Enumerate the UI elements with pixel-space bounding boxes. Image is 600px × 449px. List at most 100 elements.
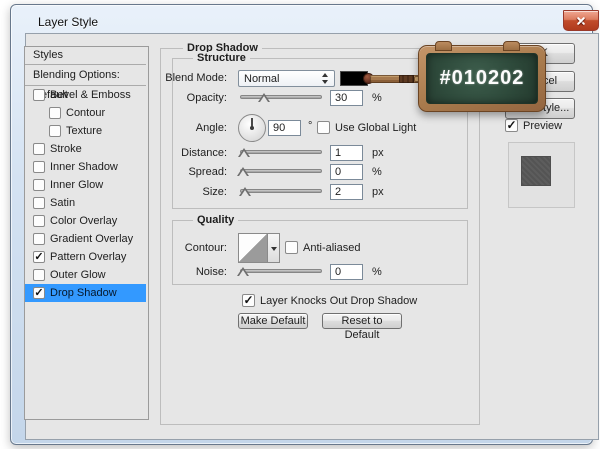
screenshot-stage: Layer Style Styles Blending Options: Def…: [0, 0, 600, 449]
style-item-label: Inner Shadow: [50, 161, 118, 173]
pointer-band: [399, 75, 414, 83]
style-item-inner-shadow[interactable]: Inner Shadow: [25, 158, 146, 176]
noise-slider[interactable]: [237, 266, 322, 278]
structure-legend: Structure: [193, 52, 250, 64]
hex-color-value: #010202: [439, 67, 525, 89]
style-item-label: Pattern Overlay: [50, 251, 127, 263]
checkbox-icon[interactable]: [49, 125, 61, 137]
contour-label: Contour:: [184, 242, 227, 254]
angle-dial[interactable]: [238, 114, 266, 142]
size-label: Size:: [202, 186, 227, 198]
use-global-light-checkbox[interactable]: [317, 121, 330, 134]
chalkboard-tab: [503, 41, 520, 51]
style-item-drop-shadow[interactable]: ✓ Drop Shadow: [25, 284, 146, 302]
style-item-label: Inner Glow: [50, 179, 104, 191]
blending-options-item[interactable]: Blending Options: Default: [25, 65, 146, 101]
make-default-label: Make Default: [240, 315, 306, 327]
size-slider[interactable]: [239, 186, 322, 198]
checkbox-icon[interactable]: [33, 215, 45, 227]
anti-aliased-checkbox[interactable]: [285, 241, 298, 254]
checkbox-icon[interactable]: [33, 89, 45, 101]
style-item-label: Outer Glow: [50, 269, 106, 281]
updown-arrows-icon: [322, 73, 329, 84]
slider-track[interactable]: [240, 189, 322, 193]
style-item-inner-glow[interactable]: Inner Glow: [25, 176, 146, 194]
style-item-contour[interactable]: Contour: [25, 104, 146, 122]
style-item-label: Stroke: [50, 143, 82, 155]
style-item-outer-glow[interactable]: Outer Glow: [25, 266, 146, 284]
reset-to-default-button[interactable]: Reset to Default: [322, 313, 402, 341]
distance-label: Distance:: [181, 147, 227, 159]
dialog-title: Layer Style: [38, 15, 99, 29]
checkbox-icon[interactable]: [49, 107, 61, 119]
contour-picker[interactable]: [238, 233, 268, 263]
style-item-texture[interactable]: Texture: [25, 122, 146, 140]
blend-mode-dropdown[interactable]: Normal: [238, 70, 335, 87]
quality-legend: Quality: [193, 214, 239, 226]
opacity-input[interactable]: 30: [330, 90, 363, 106]
checkbox-icon[interactable]: [33, 233, 45, 245]
style-item-bevel-emboss[interactable]: Bevel & Emboss: [25, 86, 146, 104]
distance-unit: px: [372, 147, 384, 159]
slider-thumb[interactable]: [258, 93, 270, 103]
anti-aliased-label: Anti-aliased: [303, 242, 361, 254]
blend-mode-value: Normal: [244, 73, 280, 85]
opacity-label: Opacity:: [186, 92, 227, 104]
checkbox-icon[interactable]: ✓: [33, 251, 45, 263]
checkbox-icon[interactable]: [33, 143, 45, 155]
checkbox-icon[interactable]: [33, 161, 45, 173]
layer-knocks-out-checkbox[interactable]: ✓: [242, 294, 255, 307]
style-item-stroke[interactable]: Stroke: [25, 140, 146, 158]
contour-dropdown-button[interactable]: [267, 233, 280, 263]
spread-slider[interactable]: [237, 166, 322, 178]
angle-label: Angle:: [195, 122, 227, 134]
style-item-color-overlay[interactable]: Color Overlay: [25, 212, 146, 230]
pointer-stick: [363, 71, 423, 87]
style-item-label: Texture: [66, 125, 103, 137]
style-item-pattern-overlay[interactable]: ✓ Pattern Overlay: [25, 248, 146, 266]
slider-thumb[interactable]: [237, 267, 249, 277]
slider-track[interactable]: [240, 269, 322, 273]
use-global-light-label: Use Global Light: [335, 122, 417, 134]
slider-track[interactable]: [240, 150, 322, 154]
preview-thumbnail-box: [508, 142, 575, 208]
blend-mode-label: Blend Mode:: [165, 72, 227, 84]
slider-thumb[interactable]: [238, 148, 250, 158]
chalkboard-surface: #010202: [426, 53, 538, 104]
size-input[interactable]: 2: [330, 184, 363, 200]
spread-unit: %: [372, 166, 382, 178]
style-item-label: Contour: [66, 107, 106, 119]
style-item-satin[interactable]: Satin: [25, 194, 146, 212]
chalkboard-tab: [435, 41, 452, 51]
spread-label: Spread:: [188, 166, 227, 178]
slider-thumb[interactable]: [237, 167, 249, 177]
opacity-slider[interactable]: [240, 92, 322, 104]
distance-slider[interactable]: [238, 147, 322, 159]
style-item-label: Drop Shadow: [50, 287, 117, 299]
noise-input[interactable]: 0: [330, 264, 363, 280]
slider-track[interactable]: [240, 169, 322, 173]
style-item-label: Gradient Overlay: [50, 233, 134, 245]
preview-checkbox[interactable]: ✓: [505, 119, 518, 132]
distance-input[interactable]: 1: [330, 145, 363, 161]
style-item-label: Color Overlay: [50, 215, 118, 227]
chalkboard-overlay: #010202: [418, 41, 546, 112]
style-item-label: Satin: [50, 197, 76, 209]
checkbox-icon[interactable]: [33, 197, 45, 209]
checkbox-icon[interactable]: ✓: [33, 287, 45, 299]
style-item-gradient-overlay[interactable]: Gradient Overlay: [25, 230, 146, 248]
checkbox-icon[interactable]: [33, 269, 45, 281]
dropdown-arrow-icon: [271, 247, 277, 251]
style-item-label: Bevel & Emboss: [50, 89, 131, 101]
make-default-button[interactable]: Make Default: [238, 313, 308, 329]
close-button[interactable]: [563, 10, 599, 31]
preview-label: Preview: [523, 120, 563, 132]
slider-thumb[interactable]: [239, 187, 251, 197]
reset-to-default-label: Reset to Default: [341, 315, 383, 341]
checkbox-icon[interactable]: [33, 179, 45, 191]
angle-input[interactable]: 90: [268, 120, 301, 136]
slider-track[interactable]: [240, 95, 322, 99]
dial-center-dot: [250, 126, 254, 130]
styles-header-label: Styles: [33, 49, 63, 61]
spread-input[interactable]: 0: [330, 164, 363, 180]
